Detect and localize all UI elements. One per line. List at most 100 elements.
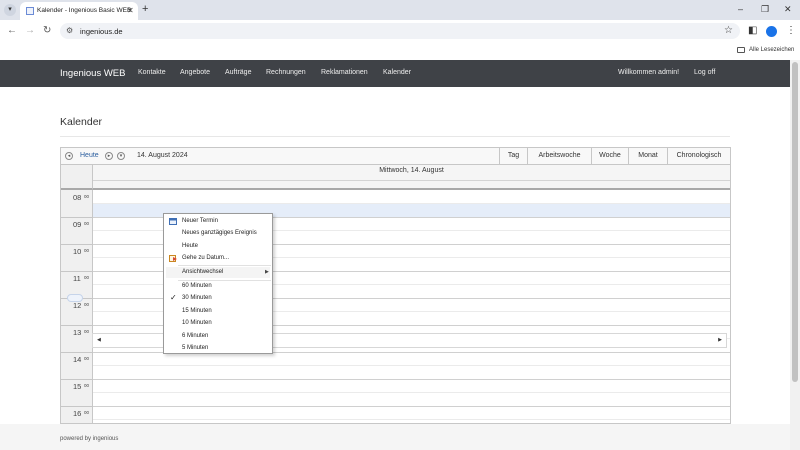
menu-item-change-view[interactable]: Ansichtwechsel: [182, 269, 223, 275]
hour-line: [93, 379, 730, 380]
address-toolbar: ← → ↻ ⚙ ingenious.de ☆ ◧ ⋮: [0, 20, 800, 42]
menu-item-15-minutes[interactable]: 15 Minuten: [182, 308, 212, 314]
hour-label: 08: [73, 193, 82, 202]
restore-icon[interactable]: ❐: [761, 3, 769, 15]
hour-divider: [61, 325, 93, 326]
tab-close-icon[interactable]: ✕: [127, 6, 134, 15]
logout-link[interactable]: Log off: [694, 69, 715, 76]
menu-item-today[interactable]: Heute: [182, 243, 198, 249]
nav-kontakte[interactable]: Kontakte: [138, 69, 166, 76]
calendar-toolbar: ◂ Heute ▸ ▾ 14. August 2024 Tag Arbeitsw…: [61, 148, 730, 165]
nav-auftraege[interactable]: Aufträge: [225, 69, 251, 76]
side-panel-icon[interactable]: ◧: [748, 25, 757, 37]
browser-tab[interactable]: Kalender - Ingenious Basic WEB ✕: [20, 2, 138, 20]
view-monat-button[interactable]: Monat: [628, 148, 667, 164]
more-menu-icon[interactable]: ⋮: [786, 25, 796, 37]
menu-item-5-minutes[interactable]: 5 Minuten: [182, 345, 208, 351]
new-appointment-icon: [169, 218, 177, 225]
menu-item-60-minutes[interactable]: 60 Minuten: [182, 283, 212, 289]
footer-text: powered by ingenious: [60, 436, 119, 442]
page-title: Kalender: [60, 116, 103, 128]
view-woche-button[interactable]: Woche: [591, 148, 628, 164]
all-bookmarks-link[interactable]: Alle Lesezeichen: [749, 47, 794, 53]
bookmark-star-icon[interactable]: ☆: [724, 25, 733, 37]
site-info-icon[interactable]: ⚙: [66, 26, 73, 35]
menu-item-10-minutes[interactable]: 10 Minuten: [182, 320, 212, 326]
page-scrollbar-thumb[interactable]: [792, 62, 798, 382]
today-link[interactable]: Heute: [80, 152, 99, 159]
bookmarks-bar: Alle Lesezeichen: [0, 42, 800, 60]
half-hour-line: [93, 365, 730, 366]
hour-divider: [61, 406, 93, 407]
tab-search-icon[interactable]: ▾: [4, 4, 16, 16]
go-to-date-icon: [169, 255, 177, 262]
hour-label: 16: [73, 409, 82, 418]
current-date-label: 14. August 2024: [137, 152, 188, 159]
brand-logo-text[interactable]: Ingenious WEB: [60, 68, 125, 79]
nav-angebote[interactable]: Angebote: [180, 69, 210, 76]
hour-label: 10: [73, 247, 82, 256]
scroll-left-icon[interactable]: ◀: [97, 337, 101, 343]
calendar-picker-icon[interactable]: ▾: [117, 152, 125, 160]
current-time-indicator: [67, 294, 83, 302]
menu-item-new-all-day-event[interactable]: Neues ganztägiges Ereignis: [182, 230, 257, 236]
omnibox[interactable]: ⚙ ingenious.de: [60, 23, 740, 39]
menu-item-6-minutes[interactable]: 6 Minuten: [182, 333, 208, 339]
menu-separator: [178, 265, 271, 266]
hour-divider: [61, 217, 93, 218]
nav-rechnungen[interactable]: Rechnungen: [266, 69, 306, 76]
profile-avatar-icon[interactable]: [766, 26, 777, 37]
forward-icon[interactable]: →: [25, 25, 35, 37]
folder-icon[interactable]: [737, 47, 745, 53]
calendar-context-menu: Neuer Termin Neues ganztägiges Ereignis …: [163, 213, 273, 354]
menu-item-30-minutes[interactable]: 30 Minuten: [182, 295, 212, 301]
minute-label: 00: [84, 248, 90, 253]
nav-reklamationen[interactable]: Reklamationen: [321, 69, 368, 76]
hour-label: 11: [73, 274, 81, 283]
scroll-right-icon[interactable]: ▶: [718, 337, 722, 343]
prev-day-icon[interactable]: ◂: [65, 152, 73, 160]
minute-label: 00: [84, 329, 90, 334]
half-hour-line: [93, 203, 730, 204]
hour-divider: [61, 379, 93, 380]
hour-label: 15: [73, 382, 82, 391]
hour-divider: [61, 271, 93, 272]
browser-tab-strip: ▾ Kalender - Ingenious Basic WEB ✕ + – ❐…: [0, 0, 800, 20]
welcome-user[interactable]: Willkommen admin!: [618, 69, 679, 76]
hour-label: 09: [73, 220, 82, 229]
next-day-icon[interactable]: ▸: [105, 152, 113, 160]
menu-item-go-to-date[interactable]: Gehe zu Datum...: [182, 255, 229, 261]
day-header: Mittwoch, 14. August: [93, 165, 730, 190]
checkmark-icon: ✓: [170, 293, 177, 302]
half-hour-line: [93, 392, 730, 393]
nav-kalender[interactable]: Kalender: [383, 69, 411, 76]
page-scrollbar[interactable]: [790, 60, 800, 450]
time-ruler: 08 00 09 00 10 00 11 00 12 00 13 00 14 0…: [61, 190, 93, 423]
menu-item-new-appointment[interactable]: Neuer Termin: [182, 218, 218, 224]
minute-label: 00: [84, 410, 90, 415]
tab-title: Kalender - Ingenious Basic WEB: [37, 7, 132, 14]
hour-label: 14: [73, 355, 82, 364]
favicon-icon: [26, 7, 34, 15]
hour-label: 13: [73, 328, 82, 337]
back-icon[interactable]: ←: [7, 25, 17, 37]
minute-label: 00: [84, 356, 90, 361]
all-day-row[interactable]: [93, 180, 730, 188]
minimize-icon[interactable]: –: [738, 3, 743, 15]
close-window-icon[interactable]: ✕: [784, 3, 792, 15]
app-navbar: Ingenious WEB Kontakte Angebote Aufträge…: [0, 60, 800, 87]
hour-divider: [61, 244, 93, 245]
view-chronologisch-button[interactable]: Chronologisch: [667, 148, 730, 164]
calendar-scheduler: ◂ Heute ▸ ▾ 14. August 2024 Tag Arbeitsw…: [60, 147, 731, 424]
new-tab-icon[interactable]: +: [142, 3, 148, 15]
view-arbeitswoche-button[interactable]: Arbeitswoche: [527, 148, 591, 164]
submenu-arrow-icon: ▶: [265, 269, 269, 275]
url-text[interactable]: ingenious.de: [80, 27, 123, 36]
view-tag-button[interactable]: Tag: [499, 148, 527, 164]
title-divider: [60, 136, 730, 137]
page-footer: powered by ingenious: [0, 424, 790, 450]
day-header-label: Mittwoch, 14. August: [379, 167, 444, 174]
minute-label: 00: [84, 275, 90, 280]
menu-separator: [178, 280, 271, 281]
reload-icon[interactable]: ↻: [43, 25, 51, 37]
